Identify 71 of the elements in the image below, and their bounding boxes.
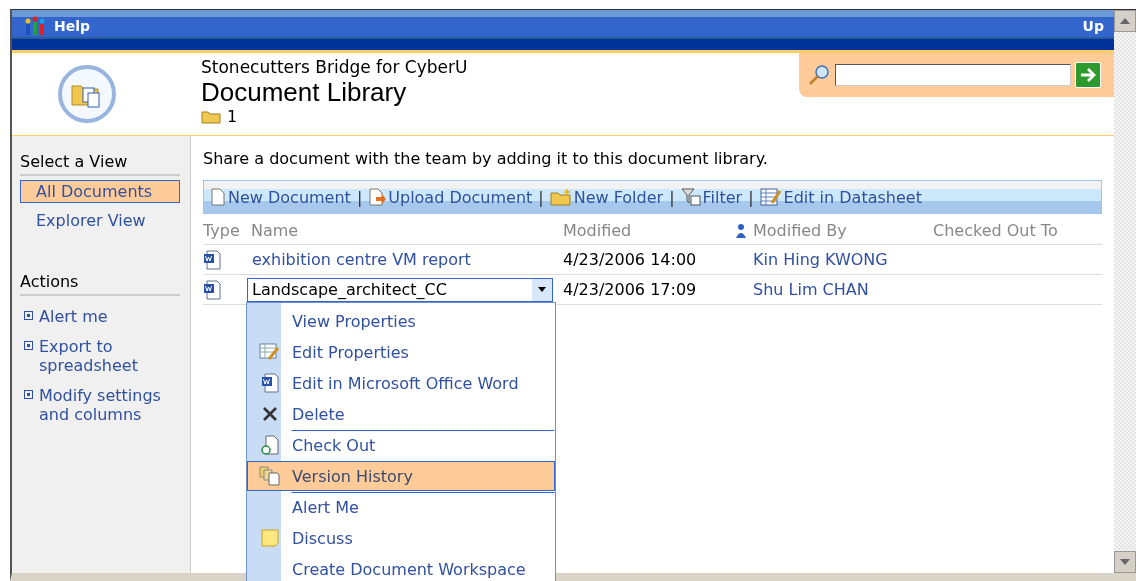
user-link[interactable]: Shu Lim CHAN [753, 280, 933, 299]
menu-item[interactable]: Edit in Microsoft Office Word [247, 368, 555, 398]
bullet-icon [24, 311, 33, 320]
action-link[interactable]: Export to spreadsheet [39, 337, 179, 375]
word-document-icon [203, 249, 221, 270]
toolbar-button[interactable]: Edit in Datasheet [783, 187, 922, 207]
column-header[interactable]: Modified [563, 221, 735, 240]
action-link[interactable]: Modify settings and columns [39, 386, 179, 424]
down-arrow-icon [1120, 559, 1130, 565]
site-name[interactable]: Stonecutters Bridge for CyberU [201, 57, 799, 77]
table-cell-text: 4/23/2006 17:09 [563, 280, 698, 299]
document-icon [210, 188, 226, 206]
menu-item[interactable]: View Properties [247, 306, 555, 336]
caret-icon [538, 287, 546, 292]
column-header[interactable]: Checked Out To [933, 221, 1102, 240]
new-folder-icon [549, 188, 572, 206]
documents-stack-icon [259, 466, 281, 486]
person-icon [735, 222, 747, 239]
toolbar-separator: | [538, 187, 544, 207]
column-header[interactable]: Modified By [753, 221, 933, 240]
bullet-icon [24, 390, 33, 399]
table-cell-text: 4/23/2006 14:00 [563, 250, 698, 269]
up-link[interactable]: Up [1082, 18, 1104, 34]
word-document-icon [261, 373, 279, 393]
search-field[interactable] [835, 64, 1071, 86]
toolbar-button[interactable]: Filter [702, 187, 743, 207]
datasheet-icon [759, 187, 782, 207]
people-icon [24, 16, 46, 36]
page-title: Document Library [201, 77, 408, 107]
view-link[interactable]: Explorer View [20, 209, 180, 232]
toolbar-button[interactable]: Upload Document [388, 187, 533, 207]
document-clock-icon [261, 435, 279, 455]
section-heading: Actions [20, 272, 180, 296]
word-document-icon [203, 279, 221, 300]
section-heading: Select a View [20, 152, 180, 176]
toolbar-button[interactable]: New Document [228, 187, 351, 207]
user-link[interactable]: Kin Hing KWONG [753, 250, 933, 269]
filter-icon [680, 188, 701, 206]
help-link[interactable]: Help [54, 18, 91, 34]
menu-item[interactable]: Version History [247, 461, 555, 491]
item-dropdown[interactable]: Landscape_architect_CC [247, 277, 553, 302]
toolbar-separator: | [356, 187, 363, 207]
menu-item[interactable]: Create Document Workspace [247, 554, 555, 581]
menu-item[interactable]: Discuss [247, 523, 555, 553]
description-text: Share a document with the team by adding it to this document library. [203, 149, 769, 168]
menu-item[interactable]: Delete [247, 399, 555, 429]
scroll-down-button[interactable] [1114, 551, 1136, 573]
column-header[interactable]: Name [251, 221, 563, 240]
search-icon [807, 63, 831, 87]
view-link[interactable]: All Documents [20, 180, 180, 203]
folder-count: 1 [227, 107, 238, 126]
document-link[interactable]: exhibition centre VM report [247, 247, 553, 272]
note-icon [260, 528, 280, 548]
bullet-icon [24, 341, 33, 350]
edit-form-icon [259, 342, 281, 362]
toolbar-button[interactable]: New Folder [573, 187, 664, 207]
scroll-bar[interactable] [1114, 10, 1136, 573]
menu-item[interactable]: Alert Me [291, 492, 555, 522]
document-arrow-icon [368, 188, 387, 206]
toolbar-separator: | [748, 187, 754, 207]
menu-item[interactable]: Check Out [291, 430, 555, 460]
scroll-up-button[interactable] [1114, 10, 1136, 32]
toolbar-separator: | [669, 187, 675, 207]
folder-icon [201, 109, 221, 124]
library-logo-icon [57, 64, 117, 124]
go-button[interactable] [1075, 62, 1101, 88]
menu-item[interactable]: Edit Properties [247, 337, 555, 367]
column-header[interactable]: Type [203, 221, 251, 240]
up-arrow-icon [1120, 18, 1130, 24]
delete-icon [262, 406, 278, 422]
action-link[interactable]: Alert me [39, 307, 108, 326]
